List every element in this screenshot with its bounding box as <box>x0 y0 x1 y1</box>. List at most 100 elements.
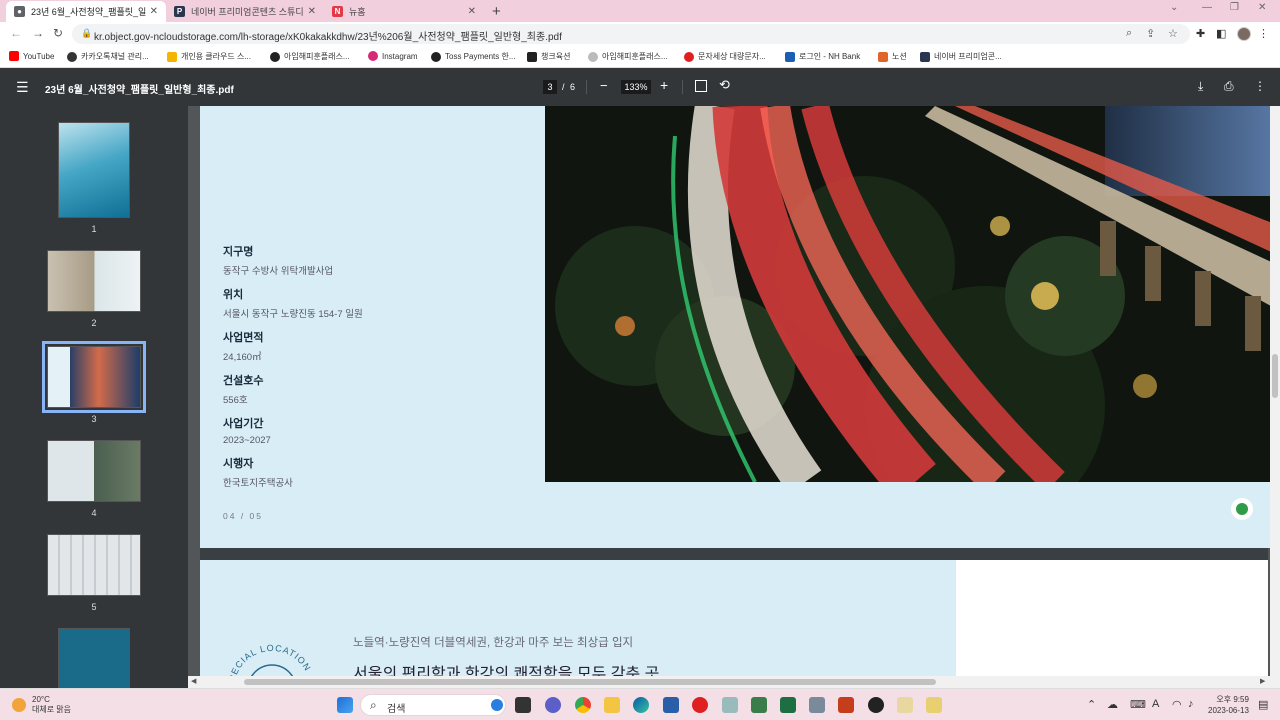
extensions-icon[interactable]: ✚ <box>1196 27 1205 40</box>
excel-icon[interactable] <box>780 697 796 713</box>
notepad-icon[interactable] <box>751 697 767 713</box>
zoom-in-button[interactable]: + <box>660 77 668 93</box>
task-view-icon[interactable] <box>515 697 531 713</box>
thumbnail-page-1[interactable]: 1 <box>58 122 130 234</box>
lock-icon: 🔒 <box>81 28 93 38</box>
bookmark-item[interactable]: 로그인 - NH Bank <box>785 51 860 62</box>
app-icon[interactable] <box>868 697 884 713</box>
page4-subtitle: 노들역·노량진역 더블역세권, 한강과 마주 보는 최상급 입지 <box>353 637 634 649</box>
clock-time: 오후 9:59 <box>1216 695 1249 704</box>
file-explorer-icon[interactable] <box>604 697 620 713</box>
close-icon[interactable]: ✕ <box>308 6 316 17</box>
edge-icon[interactable] <box>633 697 649 713</box>
bookmark-item[interactable]: 카카오톡채널 관리... <box>67 51 149 62</box>
scroll-thumb[interactable] <box>244 679 936 685</box>
bookmark-item[interactable]: 챙크육션 <box>527 51 570 62</box>
scroll-right-icon[interactable]: ▶ <box>1260 677 1265 685</box>
zoom-input[interactable]: 133% <box>621 80 651 94</box>
cloud-icon[interactable]: ☁ <box>1107 698 1118 711</box>
volume-icon[interactable]: ♪ <box>1188 698 1194 710</box>
field-label: 시행자 <box>223 458 254 470</box>
kakao-icon <box>67 51 77 62</box>
keyboard-icon[interactable]: ⌨ <box>1130 698 1146 711</box>
page-number-input[interactable]: 3 <box>543 80 557 94</box>
clock[interactable]: 오후 9:59 2023-06-13 <box>1208 694 1249 716</box>
bookmark-item[interactable]: Instagram <box>368 51 418 61</box>
field-value: 24,160㎡ <box>223 352 262 363</box>
calculator-icon[interactable] <box>809 697 825 713</box>
rotate-icon[interactable]: ⟲ <box>719 77 730 93</box>
ime-icon[interactable]: A <box>1152 698 1159 710</box>
thumbnail-page-3[interactable]: 3 <box>42 341 146 424</box>
bookmark-item[interactable]: 문자세상 대량문자... <box>684 51 766 62</box>
bookmark-item[interactable]: 노션 <box>878 51 907 62</box>
app-icon[interactable] <box>926 697 942 713</box>
scroll-left-icon[interactable]: ◀ <box>191 677 196 685</box>
bookmark-item[interactable]: 네이버 프리미엄콘... <box>920 51 1002 62</box>
back-icon[interactable]: ← <box>10 26 22 40</box>
tab-search-icon[interactable]: ⌄ <box>1170 2 1178 13</box>
thumbnail-page-2[interactable]: 2 <box>47 250 141 328</box>
chrome-icon[interactable] <box>575 697 591 713</box>
more-actions-icon[interactable]: ⋮ <box>1254 79 1266 93</box>
tab-newhome[interactable]: N 뉴홈 ✕ <box>324 1 484 22</box>
hamburger-menu-icon[interactable]: ☰ <box>16 79 29 96</box>
thumbnail-sidebar: 1 2 3 4 5 <box>0 106 188 688</box>
weather-widget[interactable]: 20°C 대체로 맑음 <box>12 695 71 715</box>
zoom-icon[interactable]: ⌕ <box>1126 27 1132 40</box>
thumbnail-page-4[interactable]: 4 <box>47 440 141 518</box>
zoom-out-button[interactable]: − <box>600 78 608 93</box>
forward-icon[interactable]: → <box>32 26 44 40</box>
bookmark-item[interactable]: YouTube <box>9 51 54 61</box>
address-bar[interactable]: 🔒 kr.object.gov-ncloudstorage.com/lh-sto… <box>72 24 1190 44</box>
start-icon[interactable] <box>337 697 353 713</box>
page-divider <box>200 548 1268 560</box>
tray-chevron-icon[interactable]: ⌃ <box>1087 698 1096 711</box>
page-pager: 04 / 05 <box>223 511 263 521</box>
wifi-icon[interactable]: ◠ <box>1172 698 1182 711</box>
naver-premium-icon: P <box>174 6 185 17</box>
close-icon[interactable]: ✕ <box>468 6 476 17</box>
thumbnail-page-5[interactable]: 5 <box>47 534 141 612</box>
vertical-scrollbar[interactable] <box>1270 106 1280 688</box>
pdf-toolbar: ☰ 23년 6월_사전청약_팸플릿_일반형_최종.pdf 3 / 6 − 133… <box>0 68 1280 106</box>
window-close-icon[interactable]: ✕ <box>1258 2 1266 13</box>
site-icon <box>588 51 598 62</box>
app-icon[interactable] <box>897 697 913 713</box>
minimize-icon[interactable]: — <box>1202 2 1212 13</box>
reload-icon[interactable]: ↻ <box>53 26 63 40</box>
taskbar-search[interactable]: ⌕ 검색 <box>360 694 506 716</box>
bookmark-star-icon[interactable]: ☆ <box>1168 27 1178 40</box>
bookmark-item[interactable]: Toss Payments 한... <box>431 51 516 62</box>
notion-icon <box>878 51 888 62</box>
download-icon[interactable]: ⤓ <box>1198 79 1203 94</box>
scroll-thumb[interactable] <box>1272 354 1278 398</box>
powerpoint-icon[interactable] <box>838 697 854 713</box>
fit-page-icon[interactable] <box>695 80 707 92</box>
horizontal-scrollbar[interactable]: ◀ ▶ <box>188 676 1270 688</box>
chat-icon[interactable] <box>545 697 561 713</box>
opera-icon[interactable] <box>692 697 708 713</box>
field-value: 한국토지주택공사 <box>223 478 293 489</box>
snipping-tool-icon[interactable] <box>722 697 738 713</box>
menu-kebab-icon[interactable]: ⋮ <box>1258 27 1269 40</box>
thumbnail-image <box>47 250 141 312</box>
thumbnail-page-6[interactable] <box>58 628 130 688</box>
share-icon[interactable]: ⇪ <box>1146 27 1155 40</box>
bookmark-item[interactable]: 개인용 클라우드 스... <box>167 51 251 62</box>
notification-icon[interactable]: ▤ <box>1258 698 1268 711</box>
restore-icon[interactable]: ❐ <box>1230 2 1239 13</box>
print-icon[interactable]: ⎙ <box>1224 79 1234 94</box>
sidepanel-icon[interactable]: ◧ <box>1216 27 1226 40</box>
tab-naver-premium[interactable]: P 네이버 프리미엄콘텐츠 스튜디오 ✕ <box>166 1 324 22</box>
close-icon[interactable]: ✕ <box>150 6 158 17</box>
bookmark-item[interactable]: 아임해피훈플래스... <box>270 51 350 62</box>
field-label: 사업면적 <box>223 332 264 344</box>
profile-avatar[interactable] <box>1237 27 1251 41</box>
highway-night-photo <box>545 106 1270 482</box>
floating-green-button[interactable] <box>1231 498 1253 520</box>
store-icon[interactable] <box>663 697 679 713</box>
bookmark-item[interactable]: 아임해피훈플래스... <box>588 51 668 62</box>
new-tab-button[interactable]: + <box>492 3 501 20</box>
tab-pdf[interactable]: ● 23년 6월_사전청약_팸플릿_일반 ✕ <box>6 1 166 22</box>
